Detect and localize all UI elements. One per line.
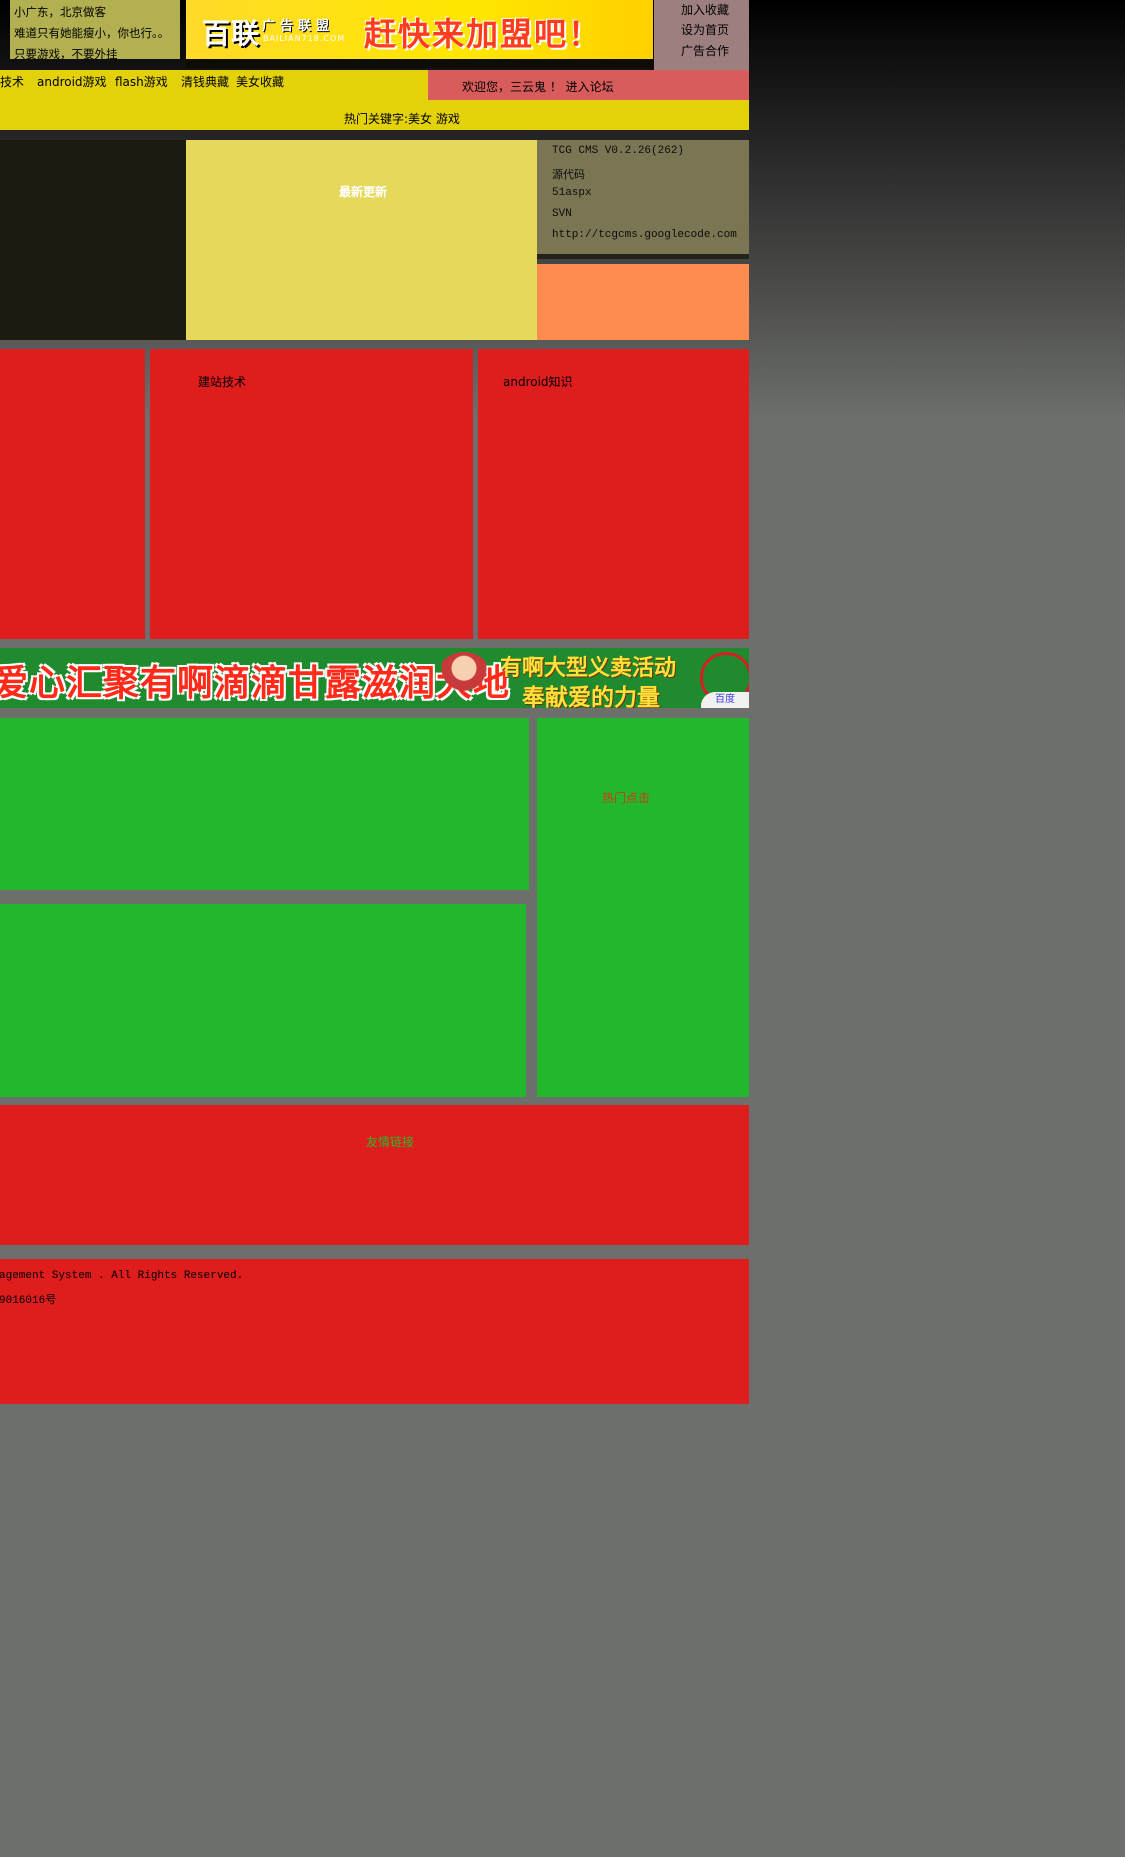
ad-cooperation-link[interactable]: 广告合作 <box>681 42 729 59</box>
green-panel-top <box>0 718 529 890</box>
info-svn: SVN <box>552 208 572 220</box>
nav-item-flash-games[interactable]: flash游戏 <box>115 73 168 90</box>
banner-bottom-strip <box>186 59 653 68</box>
welcome-text[interactable]: 欢迎您，三云鬼 ！ 进入论坛 <box>462 78 614 95</box>
top-ad-banner[interactable]: 百联 广告联盟 BAILIAN718.COM 赶快来加盟吧！ <box>186 0 653 59</box>
latest-updates-title: 最新更新 <box>339 185 388 199</box>
footer: agement System . All Rights Reserved. 90… <box>0 1259 749 1404</box>
android-panel: android知识 <box>478 349 749 639</box>
footer-copyright: agement System . All Rights Reserved. <box>0 1270 244 1282</box>
green-panel-bottom <box>0 904 526 1097</box>
web-tech-title: 建站技术 <box>198 375 247 389</box>
nav-item-android-games[interactable]: android游戏 <box>37 73 107 90</box>
set-homepage-link[interactable]: 设为首页 <box>681 21 729 38</box>
banner-logo: 百联 <box>202 17 261 50</box>
web-tech-panel: 建站技术 <box>150 349 473 639</box>
nav-item-beauty[interactable]: 美女收藏 <box>236 73 284 90</box>
friend-links-panel: 友情链接 <box>0 1105 749 1245</box>
nav-bar: 技术 android游戏 flash游戏 清钱典藏 美女收藏 <box>0 70 428 100</box>
android-title: android知识 <box>503 375 573 389</box>
info-51aspx[interactable]: 51aspx <box>552 187 592 199</box>
banner-right-line2: 奉献爱的力量 <box>522 685 660 708</box>
hot-click-title: 热门点击 <box>602 791 651 805</box>
system-info-panel: TCG CMS V0.2.26(262) 源代码 51aspx SVN http… <box>537 140 749 259</box>
banner-domain: BAILIAN718.COM <box>263 34 346 43</box>
info-url[interactable]: http://tcgcms.googlecode.com <box>552 229 737 241</box>
add-favorite-link[interactable]: 加入收藏 <box>681 1 729 18</box>
info-version: TCG CMS V0.2.26(262) <box>552 145 685 157</box>
orange-panel <box>537 264 749 340</box>
header-note: 难道只有她能瘦小，你也行。。 <box>14 26 170 40</box>
banner-main-text: 爱心汇聚有啊滴滴甘露滋润大地 <box>0 663 511 704</box>
girl-image <box>436 652 492 706</box>
friend-links-title: 友情链接 <box>366 1135 415 1149</box>
info-source: 源代码 <box>552 170 585 182</box>
latest-updates-panel: 最新更新 <box>186 140 537 340</box>
banner-subtitle: 广告联盟 <box>262 19 335 34</box>
hot-keywords-bar: 热门关键字:美女 游戏 <box>0 100 749 130</box>
nav-item-tech[interactable]: 技术 <box>0 73 24 90</box>
nav-item-collection[interactable]: 清钱典藏 <box>181 73 229 90</box>
dark-panel <box>0 140 186 340</box>
footer-icp[interactable]: 9016016号 <box>0 1291 56 1307</box>
header-note: 只要游戏，不要外挂 <box>14 47 118 61</box>
hot-click-panel: 热门点击 <box>537 718 749 1097</box>
welcome-bar: 欢迎您，三云鬼 ！ 进入论坛 <box>428 70 749 100</box>
charity-ad-banner[interactable]: 爱心汇聚有啊滴滴甘露滋润大地 有啊大型义卖活动 奉献爱的力量 百度 <box>0 648 749 708</box>
banner-slogan: 赶快来加盟吧！ <box>364 15 603 53</box>
header-notes: 小广东，北京做客 难道只有她能瘦小，你也行。。 只要游戏，不要外挂 <box>10 0 180 61</box>
left-red-panel <box>0 349 145 639</box>
baidu-logo: 百度 <box>701 692 749 708</box>
quick-links: 加入收藏 设为首页 广告合作 <box>654 0 749 70</box>
hot-keywords[interactable]: 热门关键字:美女 游戏 <box>344 110 460 127</box>
header-note: 小广东，北京做客 <box>14 5 106 19</box>
